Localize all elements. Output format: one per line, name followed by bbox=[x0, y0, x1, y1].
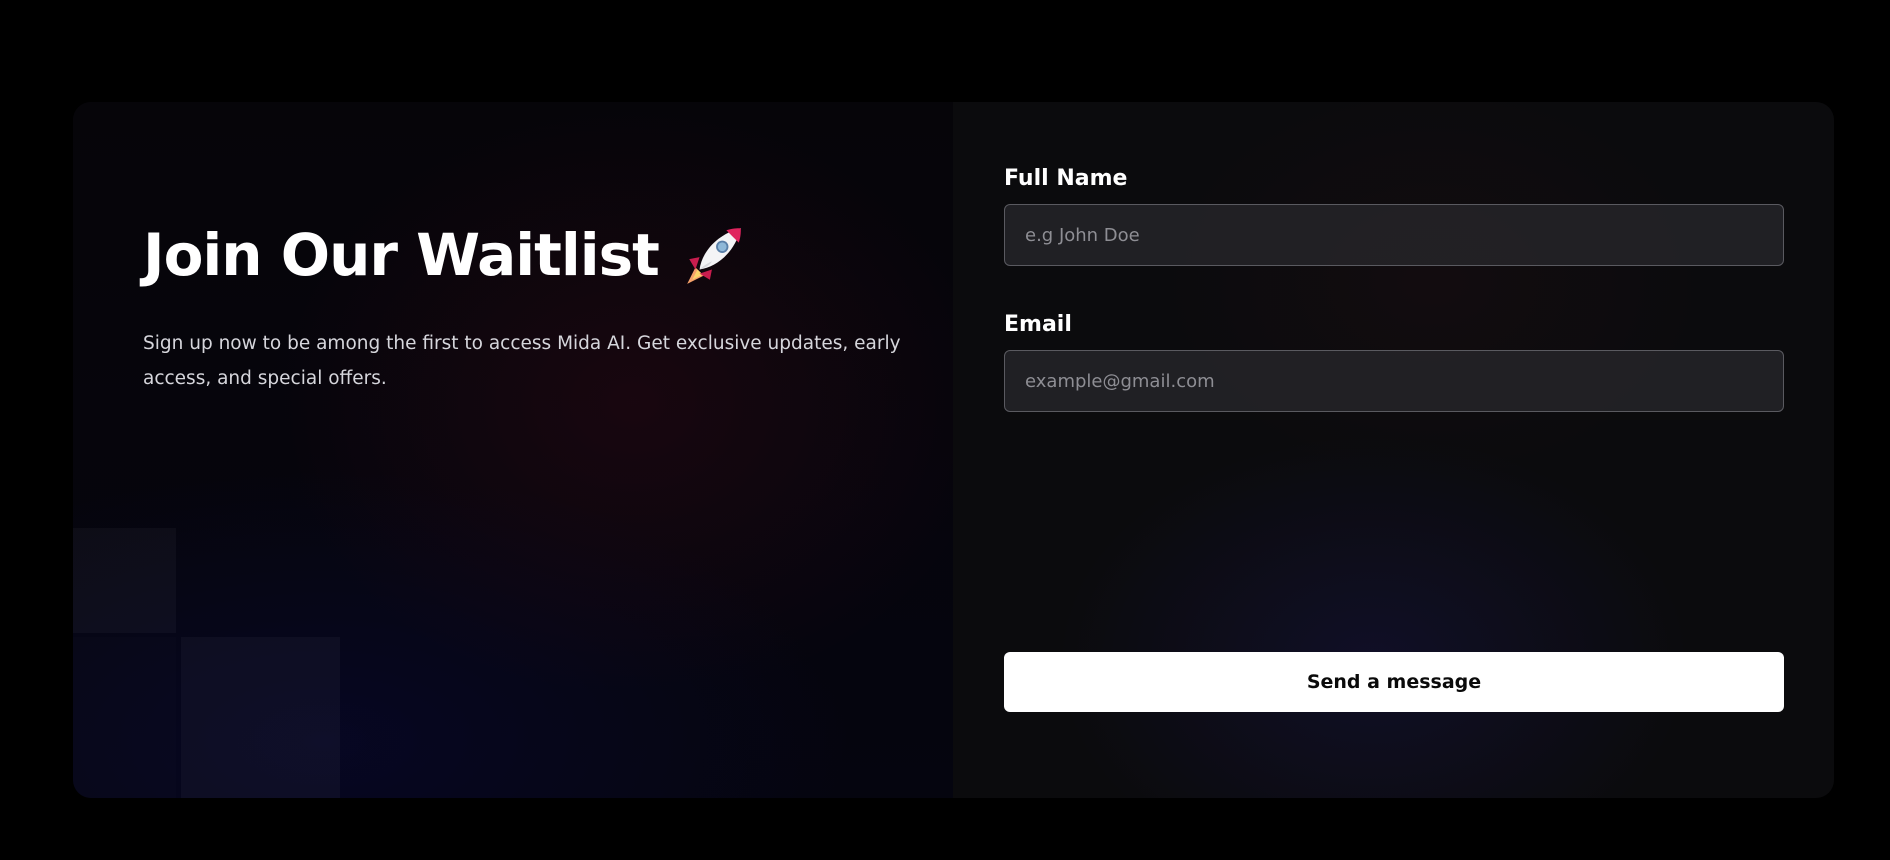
waitlist-intro-panel: Join Our Waitlist Sign up now to be amon… bbox=[73, 102, 953, 798]
title-row: Join Our Waitlist bbox=[143, 222, 923, 288]
decorative-grid-square bbox=[73, 528, 176, 633]
rocket-icon bbox=[681, 222, 747, 288]
waitlist-intro: Join Our Waitlist Sign up now to be amon… bbox=[143, 222, 923, 396]
full-name-input[interactable] bbox=[1004, 204, 1784, 266]
page-title: Join Our Waitlist bbox=[143, 221, 660, 289]
email-field-group: Email bbox=[1004, 312, 1784, 412]
waitlist-form: Full Name Email bbox=[1004, 166, 1784, 412]
page: Join Our Waitlist Sign up now to be amon… bbox=[0, 0, 1890, 860]
waitlist-card: Join Our Waitlist Sign up now to be amon… bbox=[73, 102, 1834, 798]
email-label: Email bbox=[1004, 312, 1072, 337]
send-message-button[interactable]: Send a message bbox=[1004, 652, 1784, 712]
waitlist-description: Sign up now to be among the first to acc… bbox=[143, 333, 901, 389]
full-name-label: Full Name bbox=[1004, 166, 1128, 191]
decorative-grid-square bbox=[73, 637, 176, 798]
full-name-field-group: Full Name bbox=[1004, 166, 1784, 266]
email-input[interactable] bbox=[1004, 350, 1784, 412]
decorative-grid-square bbox=[181, 637, 340, 798]
waitlist-form-panel: Full Name Email Send a message bbox=[953, 102, 1834, 798]
